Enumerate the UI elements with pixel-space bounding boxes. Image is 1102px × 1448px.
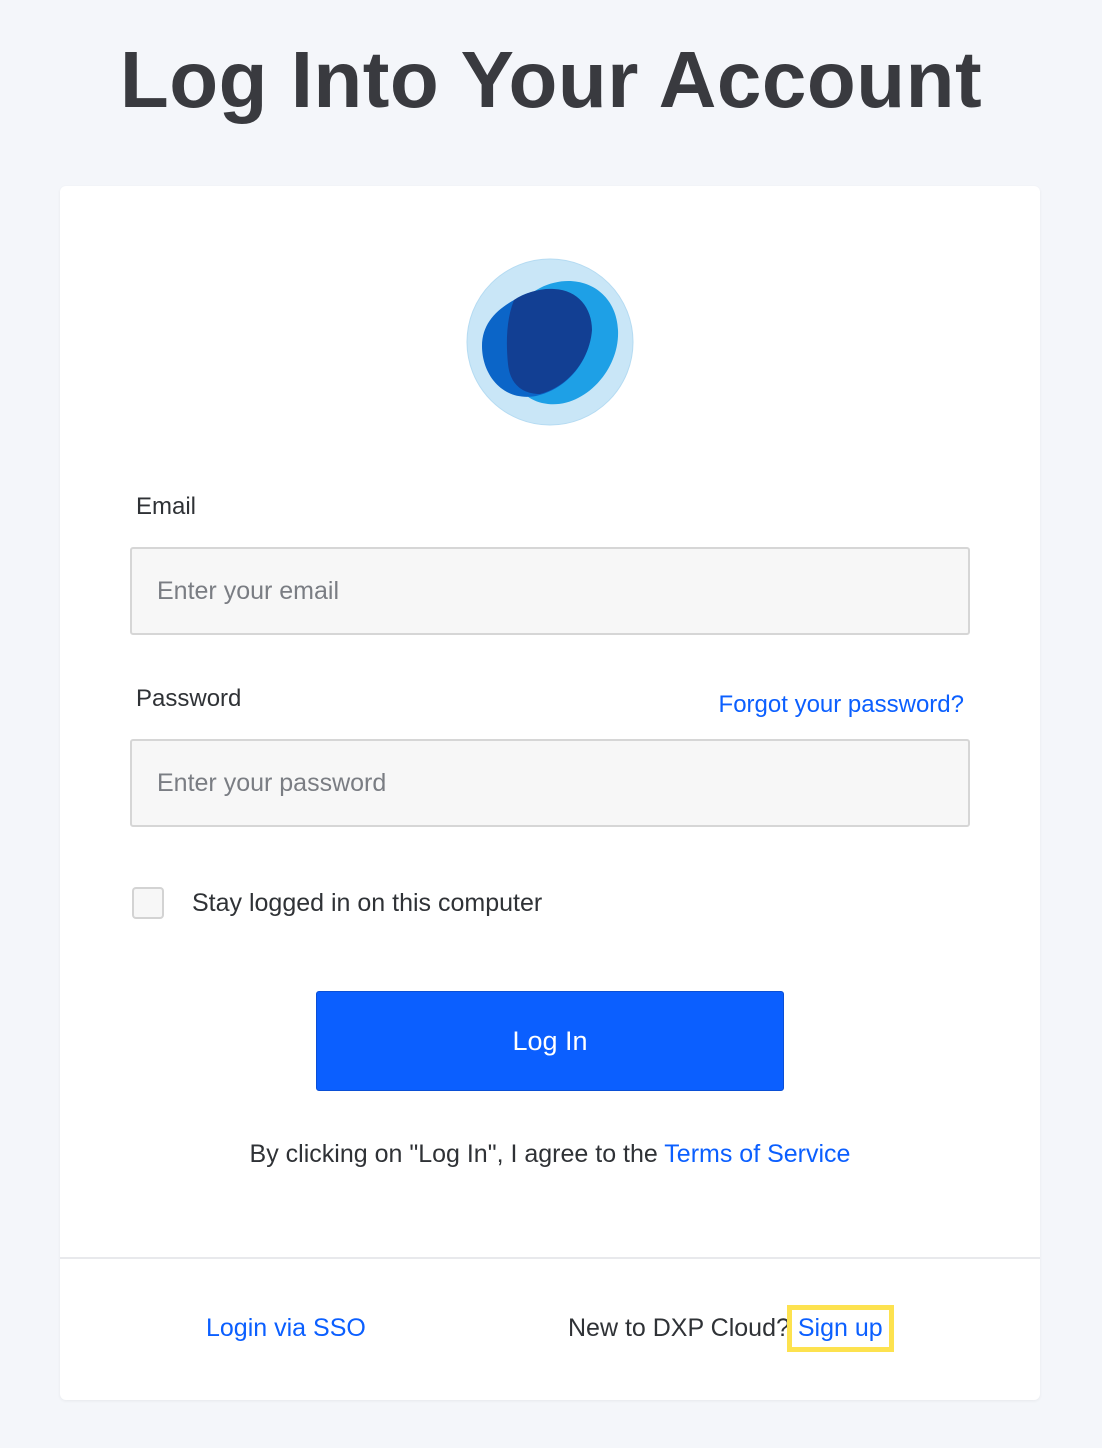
remember-me-checkbox[interactable] [132, 887, 164, 919]
forgot-password-link[interactable]: Forgot your password? [719, 691, 964, 719]
signup-prompt-row: New to DXP Cloud? Sign up [568, 1305, 894, 1352]
footer-divider [60, 1257, 1040, 1259]
signup-prompt-text: New to DXP Cloud? [568, 1314, 790, 1342]
email-label: Email [136, 493, 197, 520]
terms-prefix: By clicking on "Log In", I agree to the [249, 1140, 665, 1168]
login-via-sso-link[interactable]: Login via SSO [206, 1314, 366, 1343]
login-card: Email Password Forgot your password? Sta… [60, 186, 1040, 1400]
password-field[interactable] [130, 739, 970, 827]
remember-me-row: Stay logged in on this computer [132, 886, 542, 920]
terms-notice: By clicking on "Log In", I agree to the … [60, 1140, 1040, 1169]
dxp-cloud-logo-icon [466, 258, 634, 426]
email-field[interactable] [130, 547, 970, 635]
sign-up-link[interactable]: Sign up [786, 1305, 894, 1352]
remember-me-label[interactable]: Stay logged in on this computer [192, 889, 542, 918]
password-label: Password [136, 685, 242, 712]
page-title: Log Into Your Account [119, 35, 983, 124]
terms-of-service-link[interactable]: Terms of Service [664, 1140, 850, 1168]
login-button[interactable]: Log In [316, 991, 784, 1091]
